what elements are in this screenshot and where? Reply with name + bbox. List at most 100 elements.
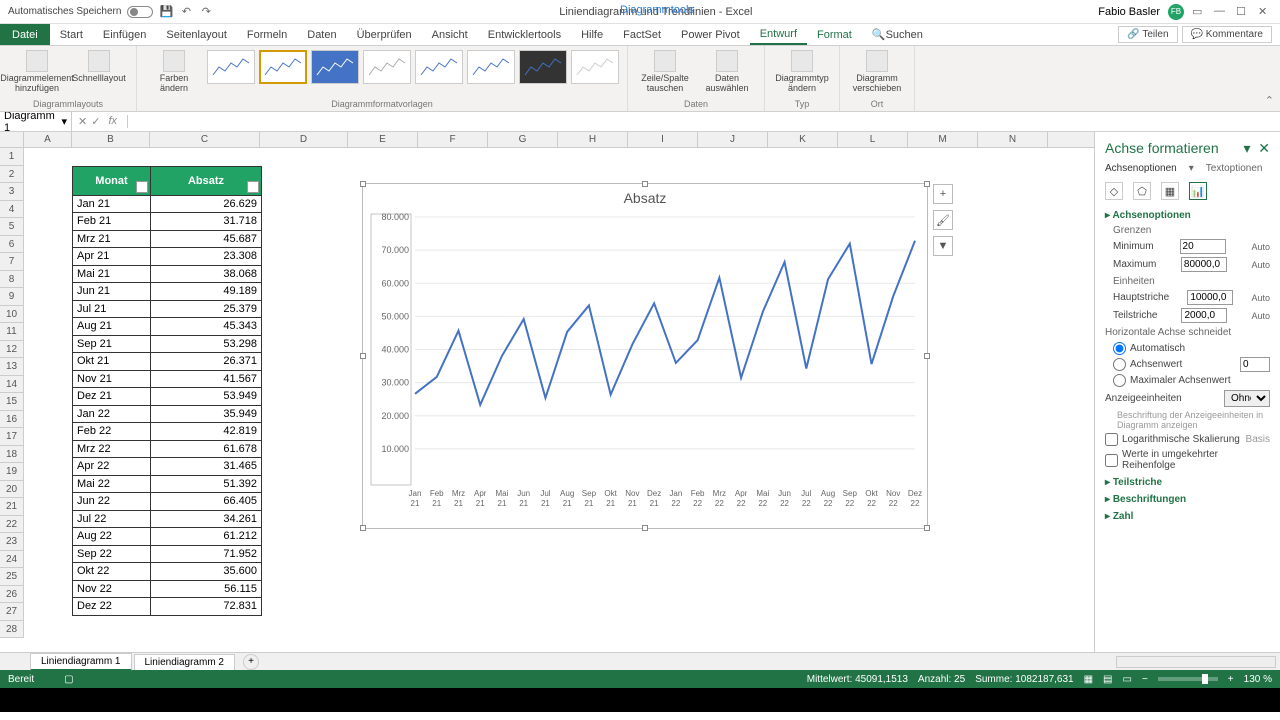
table-header-month[interactable]: Monat▼ [73,167,151,195]
table-row[interactable]: Jun 2149.189 [73,282,261,300]
table-row[interactable]: Apr 2231.465 [73,457,261,475]
row-header[interactable]: 11 [0,323,24,341]
cell-value[interactable]: 25.379 [151,300,261,318]
section-labels[interactable]: ▸ Beschriftungen [1105,494,1270,505]
add-chart-element-button[interactable]: Diagrammelement hinzufügen [8,50,66,94]
resize-handle[interactable] [642,181,648,187]
cell-value[interactable]: 31.718 [151,212,261,230]
tab-data[interactable]: Daten [297,24,346,45]
column-header[interactable]: A [24,132,72,147]
tab-design[interactable]: Entwurf [750,24,807,45]
min-auto[interactable]: Auto [1251,242,1270,252]
sheet-tab-2[interactable]: Liniendiagramm 2 [134,654,236,670]
table-row[interactable]: Jan 2235.949 [73,405,261,423]
tab-text-options[interactable]: Textoptionen [1206,163,1263,174]
cell-month[interactable]: Jun 21 [73,282,151,300]
zoom-out-icon[interactable]: − [1142,674,1148,685]
chart-style-3[interactable] [311,50,359,84]
maximize-icon[interactable]: ☐ [1236,5,1250,19]
cell-value[interactable]: 45.343 [151,317,261,335]
section-tickmarks[interactable]: ▸ Teilstriche [1105,477,1270,488]
chart-style-7[interactable] [519,50,567,84]
radio-axisvalue[interactable]: Achsenwert [1113,357,1270,372]
cell-month[interactable]: Jun 22 [73,492,151,510]
column-header[interactable]: D [260,132,348,147]
cell-value[interactable]: 26.629 [151,195,261,213]
cell-value[interactable]: 53.298 [151,335,261,353]
comments-button[interactable]: 💬 Kommentare [1182,26,1272,43]
change-chart-type-button[interactable]: Diagrammtyp ändern [773,50,831,94]
cell-month[interactable]: Jul 22 [73,510,151,528]
chart-elements-button[interactable]: + [933,184,953,204]
chart-plot[interactable]: 80.00070.00060.00050.00040.00030.00020.0… [365,212,925,522]
worksheet[interactable]: ABCDEFGHIJKLMN 1234567891011121314151617… [0,132,1094,652]
macro-record-icon[interactable]: ▢ [64,674,73,685]
column-header[interactable]: J [698,132,768,147]
tab-formulas[interactable]: Formeln [237,24,297,45]
row-header[interactable]: 7 [0,253,24,271]
row-header[interactable]: 24 [0,551,24,569]
cell-value[interactable]: 42.819 [151,422,261,440]
column-header[interactable]: B [72,132,150,147]
table-row[interactable]: Sep 2153.298 [73,335,261,353]
row-header[interactable]: 4 [0,201,24,219]
row-header[interactable]: 26 [0,586,24,604]
table-row[interactable]: Jul 2125.379 [73,300,261,318]
cell-month[interactable]: Aug 22 [73,527,151,545]
zoom-level[interactable]: 130 % [1244,674,1272,685]
cell-value[interactable]: 66.405 [151,492,261,510]
row-header[interactable]: 21 [0,498,24,516]
row-header[interactable]: 12 [0,341,24,359]
effects-icon[interactable]: ⬠ [1133,182,1151,200]
chart-style-8[interactable] [571,50,619,84]
cell-value[interactable]: 26.371 [151,352,261,370]
display-units-select[interactable]: Ohne [1224,390,1270,407]
tab-start[interactable]: Start [50,24,93,45]
resize-handle[interactable] [360,353,366,359]
column-header[interactable]: L [838,132,908,147]
share-button[interactable]: 🔗 Teilen [1118,26,1177,43]
cell-month[interactable]: Nov 22 [73,580,151,598]
table-row[interactable]: Dez 2272.831 [73,597,261,615]
column-header[interactable]: G [488,132,558,147]
filter-icon[interactable]: ▼ [247,181,259,193]
cell-month[interactable]: Dez 22 [73,597,151,615]
table-row[interactable]: Aug 2145.343 [73,317,261,335]
table-row[interactable]: Okt 2235.600 [73,562,261,580]
switch-rowcol-button[interactable]: Zeile/Spalte tauschen [636,50,694,94]
cell-month[interactable]: Jul 21 [73,300,151,318]
minor-input[interactable] [1181,308,1227,323]
column-header[interactable]: K [768,132,838,147]
cell-month[interactable]: Jan 21 [73,195,151,213]
tab-file[interactable]: Datei [0,24,50,45]
search-box[interactable]: 🔍 Suchen [862,24,933,45]
pane-close-icon[interactable]: ✕ [1258,140,1270,156]
cell-month[interactable]: Sep 21 [73,335,151,353]
chart-title[interactable]: Absatz [363,184,927,212]
chart-filters-button[interactable]: ▼ [933,236,953,256]
horizontal-scrollbar[interactable] [1116,656,1276,668]
resize-handle[interactable] [642,525,648,531]
enter-formula-icon[interactable]: ✓ [91,115,100,128]
fx-icon[interactable]: fx [104,115,121,128]
section-number[interactable]: ▸ Zahl [1105,511,1270,522]
zoom-in-icon[interactable]: + [1228,674,1234,685]
row-header[interactable]: 18 [0,446,24,464]
chart-style-2[interactable] [259,50,307,84]
cancel-formula-icon[interactable]: ✕ [78,115,87,128]
major-auto[interactable]: Auto [1251,293,1270,303]
row-header[interactable]: 14 [0,376,24,394]
cell-month[interactable]: Mrz 22 [73,440,151,458]
filter-icon[interactable]: ▼ [136,181,148,193]
row-header[interactable]: 25 [0,568,24,586]
row-header[interactable]: 1 [0,148,24,166]
row-header[interactable]: 8 [0,271,24,289]
table-row[interactable]: Mai 2138.068 [73,265,261,283]
row-header[interactable]: 16 [0,411,24,429]
axis-options-icon[interactable]: 📊 [1189,182,1207,200]
section-axis-options[interactable]: ▸ Achsenoptionen [1105,210,1270,221]
chart-style-6[interactable] [467,50,515,84]
chart-style-5[interactable] [415,50,463,84]
table-row[interactable]: Aug 2261.212 [73,527,261,545]
cell-value[interactable]: 23.308 [151,247,261,265]
